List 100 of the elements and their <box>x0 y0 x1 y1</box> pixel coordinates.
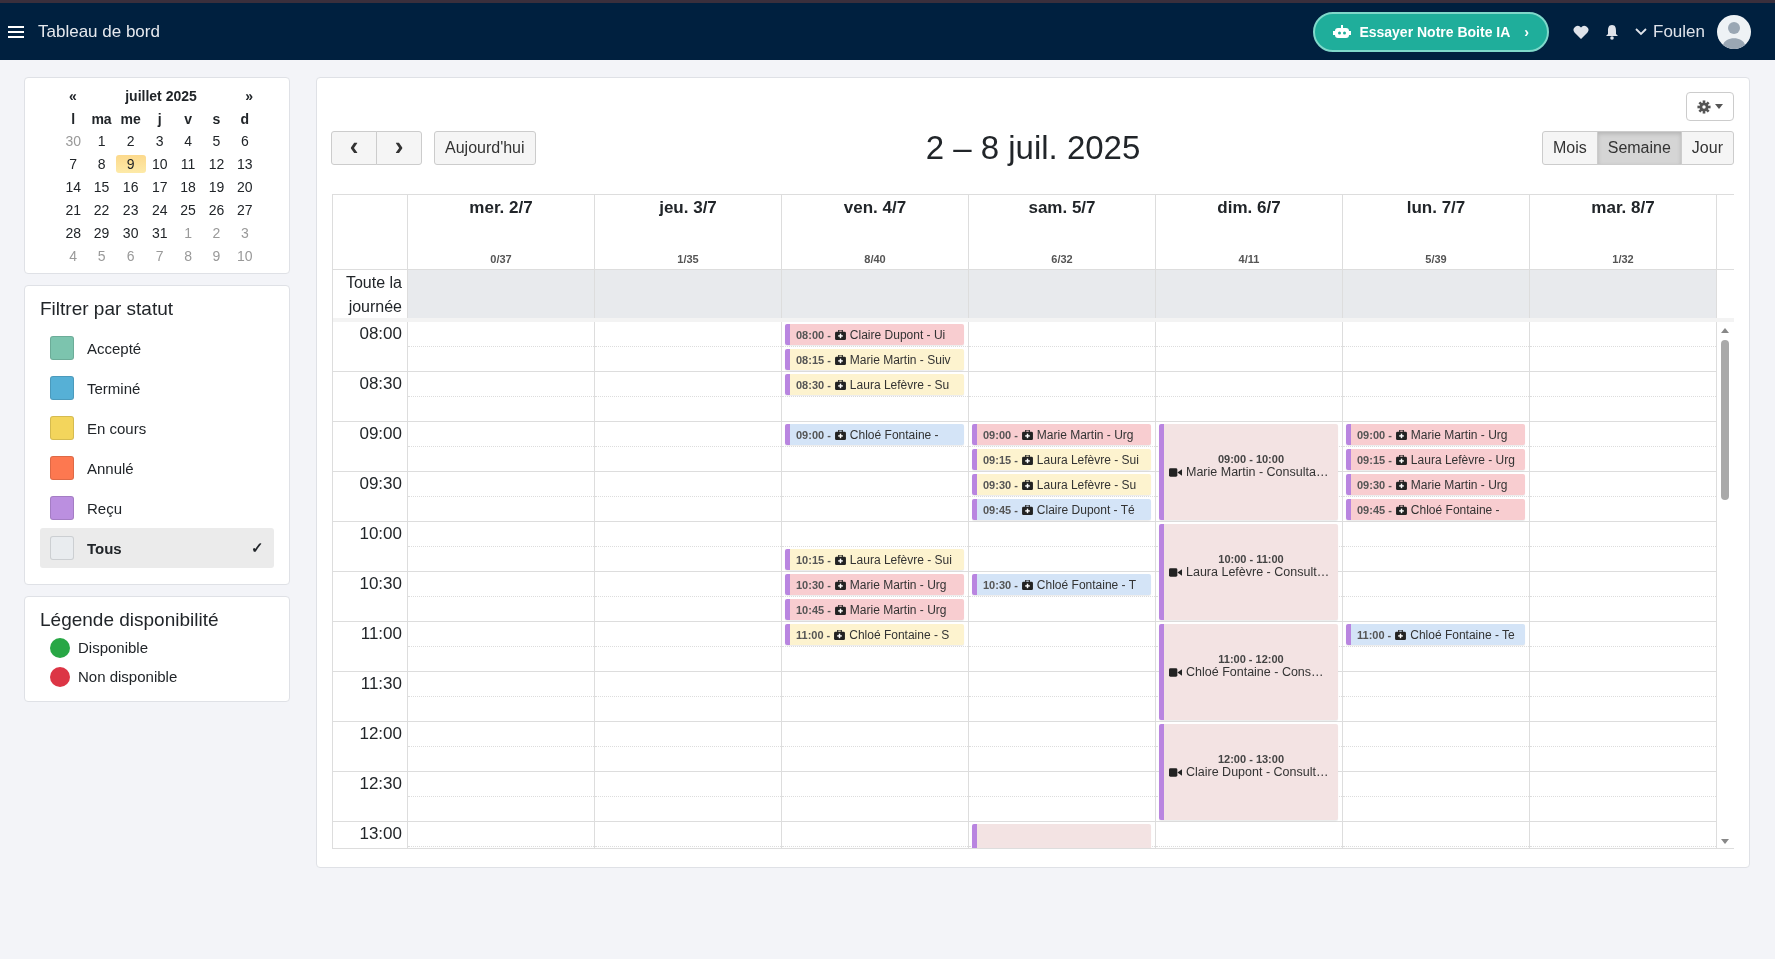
appointment-event[interactable]: 08:15 - Marie Martin - Suiv <box>785 349 964 370</box>
calendar-day[interactable]: 20 <box>233 178 257 196</box>
heart-icon[interactable] <box>1573 24 1589 39</box>
appointment-event[interactable]: 09:00 - Marie Martin - Urg <box>972 424 1151 445</box>
calendar-day[interactable]: 25 <box>176 201 200 219</box>
avatar[interactable] <box>1717 14 1751 49</box>
video-camera-icon <box>1169 467 1182 477</box>
event-title: Marie Martin - Consulta… <box>1186 465 1329 479</box>
calendar-day[interactable]: 2 <box>122 132 139 150</box>
next-button[interactable]: › <box>376 131 422 165</box>
event-time: 10:00 - 11:00 <box>1218 553 1284 565</box>
page-title: Tableau de bord <box>38 21 160 42</box>
medical-bag-icon <box>834 329 846 340</box>
calendar-day[interactable]: 12 <box>204 155 229 173</box>
calendar-day[interactable]: 6 <box>236 132 253 150</box>
consultation-event[interactable]: 09:00 - 10:00 Marie Martin - Consulta… <box>1159 424 1338 520</box>
consultation-event[interactable]: 12:00 - 13:00 Claire Dupont - Consult… <box>1159 724 1338 820</box>
filter-title: Filtrer par statut <box>40 298 175 320</box>
status-filter-item[interactable]: Tous ✓ <box>40 528 274 568</box>
calendar-day[interactable]: 27 <box>233 201 257 219</box>
calendar-day[interactable]: 15 <box>89 178 114 196</box>
appointment-event[interactable]: 10:45 - Marie Martin - Urg <box>785 599 964 620</box>
calendar-day[interactable]: 28 <box>61 224 85 242</box>
settings-button[interactable] <box>1686 92 1734 121</box>
calendar-day[interactable]: 7 <box>65 155 82 173</box>
status-filter-item[interactable]: Reçu <box>40 488 274 528</box>
consultation-event[interactable]: 10:00 - 11:00 Laura Lefèvre - Consult… <box>1159 524 1338 620</box>
time-label: 08:00 <box>359 324 402 343</box>
calendar-day[interactable]: 17 <box>147 178 172 196</box>
event-title: Chloé Fontaine - T <box>1036 577 1137 592</box>
medical-bag-icon <box>834 354 846 365</box>
appointment-event[interactable]: 09:45 - Claire Dupont - Té <box>972 499 1151 520</box>
calendar-day[interactable]: 30 <box>118 224 143 242</box>
appointment-event[interactable]: 09:15 - Laura Lefèvre - Urg <box>1346 449 1525 470</box>
appointment-event[interactable]: 11:00 - Chloé Fontaine - Te <box>1346 624 1525 645</box>
calendar-day[interactable]: 18 <box>176 178 200 196</box>
today-button[interactable]: Aujourd'hui <box>434 131 536 165</box>
appointment-event[interactable]: 09:45 - Chloé Fontaine - <box>1346 499 1525 520</box>
appointment-event[interactable]: 10:30 - Marie Martin - Urg <box>785 574 964 595</box>
event-title: Laura Lefèvre - Su <box>1036 477 1137 492</box>
appointment-event[interactable]: 09:00 - Marie Martin - Urg <box>1346 424 1525 445</box>
calendar-day[interactable]: 22 <box>89 201 114 219</box>
calendar-day[interactable]: 4 <box>180 132 196 150</box>
calendar-day[interactable]: 13 <box>233 155 257 173</box>
user-name[interactable]: Foulen <box>1653 21 1705 42</box>
appointment-event[interactable]: 11:00 - Chloé Fontaine - S <box>785 624 964 645</box>
calendar-day[interactable]: 14 <box>61 178 85 196</box>
calendar-day[interactable]: 10 <box>147 155 172 173</box>
calendar-day[interactable]: 11 <box>176 155 200 173</box>
legend-title: Légende disponibilité <box>40 609 220 631</box>
calendar-day[interactable]: 23 <box>118 201 143 219</box>
chevron-down-icon[interactable] <box>1635 27 1647 36</box>
bell-icon[interactable] <box>1605 23 1619 40</box>
day-header: ven. 4/7 <box>843 198 907 218</box>
medical-bag-icon <box>1395 454 1407 465</box>
appointment-event[interactable]: 08:00 - Claire Dupont - Ui <box>785 324 964 345</box>
view-tab[interactable]: Jour <box>1680 131 1734 165</box>
appointment-event[interactable]: 10:30 - Chloé Fontaine - T <box>972 574 1151 595</box>
time-label: 13:00 <box>359 824 402 843</box>
scrollbar-thumb[interactable] <box>1721 340 1729 500</box>
menu-icon[interactable] <box>8 24 24 39</box>
calendar-day[interactable]: 21 <box>61 201 85 219</box>
consultation-event[interactable]: 11:00 - 12:00 Chloé Fontaine - Cons… <box>1159 624 1338 720</box>
calendar-day[interactable]: 9 <box>115 155 146 173</box>
calendar-day[interactable]: 3 <box>151 132 168 150</box>
event-title: Marie Martin - Suiv <box>849 352 951 367</box>
view-tab[interactable]: Mois <box>1541 131 1598 165</box>
all-day-label: Toute la journée <box>345 274 402 315</box>
appointment-event[interactable]: 09:30 - Marie Martin - Urg <box>1346 474 1525 495</box>
calendar-day[interactable]: 26 <box>204 201 229 219</box>
event-title: Chloé Fontaine - S <box>849 627 950 642</box>
calendar-day[interactable]: 19 <box>204 178 229 196</box>
calendar-day[interactable]: 24 <box>147 201 172 219</box>
next-month-button[interactable]: » <box>245 88 253 104</box>
status-label: Terminé <box>87 379 142 397</box>
scroll-up-icon[interactable] <box>1721 328 1729 333</box>
appointment-event[interactable]: 09:15 - Laura Lefèvre - Sui <box>972 449 1151 470</box>
previous-button[interactable]: ‹ <box>331 131 377 165</box>
appointment-event[interactable]: 10:15 - Laura Lefèvre - Sui <box>785 549 964 570</box>
status-filter-item[interactable]: Annulé <box>40 448 274 488</box>
status-label: Reçu <box>87 499 124 517</box>
view-tab[interactable]: Semaine <box>1596 131 1682 165</box>
status-filter-item[interactable]: En cours <box>40 408 274 448</box>
calendar-day[interactable]: 1 <box>93 132 110 150</box>
scroll-down-icon[interactable] <box>1721 839 1729 844</box>
event-time: 09:30 - <box>1357 478 1392 491</box>
status-filter-item[interactable]: Terminé <box>40 368 274 408</box>
event-time: 09:00 - <box>796 428 831 441</box>
appointment-event[interactable]: 09:30 - Laura Lefèvre - Su <box>972 474 1151 495</box>
calendar-day[interactable]: 8 <box>93 155 110 173</box>
appointment-event[interactable]: 09:00 - Chloé Fontaine - <box>785 424 964 445</box>
legend-label: Disponible <box>78 639 149 656</box>
calendar-day[interactable]: 5 <box>208 132 225 150</box>
status-filter-item[interactable]: Accepté <box>40 328 274 368</box>
calendar-day[interactable]: 16 <box>118 178 143 196</box>
appointment-event[interactable]: 08:30 - Laura Lefèvre - Su <box>785 374 964 395</box>
time-label: 11:30 <box>360 674 402 693</box>
calendar-day[interactable]: 31 <box>147 224 172 242</box>
calendar-day[interactable]: 29 <box>89 224 114 242</box>
previous-month-button[interactable]: « <box>69 88 77 104</box>
